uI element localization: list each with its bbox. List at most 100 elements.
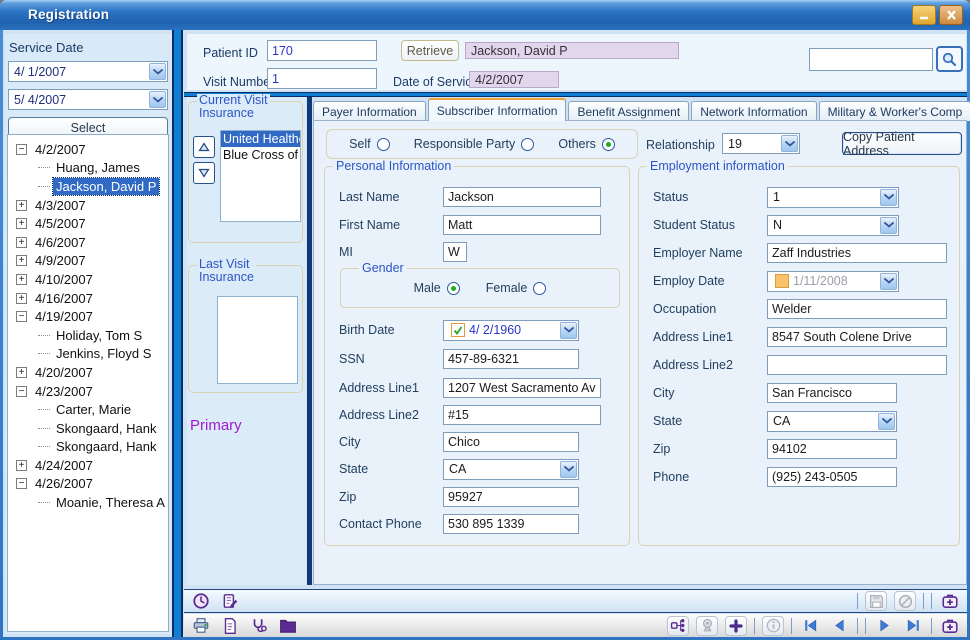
self-radio[interactable]	[377, 138, 390, 151]
employment-status-combo[interactable]: 1	[767, 187, 899, 208]
address-line1-input[interactable]	[443, 378, 601, 398]
visit-number-input[interactable]	[267, 68, 377, 89]
student-status-combo[interactable]: N	[767, 215, 899, 236]
tree-item-date[interactable]: 4/2/2007	[8, 140, 168, 159]
tree-item-date[interactable]: 4/26/2007	[8, 475, 168, 494]
close-button[interactable]	[939, 5, 963, 25]
chevron-down-icon[interactable]	[149, 63, 166, 80]
save-button-disabled[interactable]	[865, 591, 887, 611]
cancel-button-disabled[interactable]	[894, 591, 916, 611]
tab-military-workers-comp[interactable]: Military & Worker's Comp	[819, 101, 970, 121]
relationship-combo[interactable]: 19	[722, 133, 800, 154]
service-date-from-picker[interactable]: 4/ 1/2007	[8, 61, 168, 82]
employer-name-input[interactable]	[767, 243, 947, 263]
tree-item-date[interactable]: 4/16/2007	[8, 289, 168, 308]
expand-icon[interactable]	[16, 460, 27, 471]
state-combo[interactable]: CA	[443, 459, 579, 480]
chevron-down-icon[interactable]	[880, 273, 897, 290]
tree-item-patient[interactable]: Skongaard, Hank	[8, 419, 168, 438]
case-add-button[interactable]	[939, 616, 961, 636]
employer-zip-input[interactable]	[767, 439, 897, 459]
collapse-icon[interactable]	[16, 478, 27, 489]
document-button[interactable]	[219, 616, 241, 636]
search-button[interactable]	[936, 46, 963, 72]
nav-first-button[interactable]	[799, 616, 821, 636]
insurance-list-item[interactable]: Blue Cross of Califo	[221, 147, 300, 163]
add-button[interactable]	[725, 616, 747, 636]
chevron-down-icon[interactable]	[781, 135, 798, 152]
expand-icon[interactable]	[16, 218, 27, 229]
insurance-list-item[interactable]: United Healthcare	[221, 131, 300, 147]
case-add-button[interactable]	[939, 591, 961, 611]
tree-item-date[interactable]: 4/23/2007	[8, 382, 168, 401]
search-input[interactable]	[809, 48, 933, 71]
minimize-button[interactable]	[912, 5, 936, 25]
employ-date-picker[interactable]: 1/11/2008	[767, 271, 899, 292]
zip-input[interactable]	[443, 487, 579, 507]
employer-address-line2-input[interactable]	[767, 355, 947, 375]
chevron-down-icon[interactable]	[560, 461, 577, 478]
info-button-disabled[interactable]	[762, 616, 784, 636]
expand-icon[interactable]	[16, 255, 27, 266]
folder-button[interactable]	[277, 616, 299, 636]
expand-icon[interactable]	[16, 237, 27, 248]
note-edit-button[interactable]	[219, 591, 241, 611]
birth-date-picker[interactable]: 4/ 2/1960	[443, 320, 579, 341]
copy-patient-address-button[interactable]: Copy Patient Address	[842, 132, 962, 155]
tree-item-date[interactable]: 4/6/2007	[8, 233, 168, 252]
collapse-icon[interactable]	[16, 144, 27, 155]
tree-item-date[interactable]: 4/24/2007	[8, 456, 168, 475]
tree-item-date[interactable]: 4/9/2007	[8, 252, 168, 271]
tree-item-patient[interactable]: Holiday, Tom S	[8, 326, 168, 345]
city-input[interactable]	[443, 432, 579, 452]
tree-item-date[interactable]: 4/19/2007	[8, 307, 168, 326]
tree-item-patient[interactable]: Jenkins, Floyd S	[8, 345, 168, 364]
nav-previous-button[interactable]	[828, 616, 850, 636]
employer-city-input[interactable]	[767, 383, 897, 403]
move-up-button[interactable]	[193, 136, 215, 158]
tree-item-patient[interactable]: Skongaard, Hank	[8, 438, 168, 457]
collapse-icon[interactable]	[16, 386, 27, 397]
expand-icon[interactable]	[16, 200, 27, 211]
contact-phone-input[interactable]	[443, 514, 579, 534]
service-date-to-picker[interactable]: 5/ 4/2007	[8, 89, 168, 110]
responsible-party-radio[interactable]	[521, 138, 534, 151]
tree-item-patient[interactable]: Moanie, Theresa A	[8, 493, 168, 512]
chevron-down-icon[interactable]	[880, 217, 897, 234]
first-name-input[interactable]	[443, 215, 601, 235]
employer-state-combo[interactable]: CA	[767, 411, 897, 432]
stethoscope-button[interactable]	[248, 616, 270, 636]
collapse-icon[interactable]	[16, 311, 27, 322]
address-line2-input[interactable]	[443, 405, 601, 425]
expand-icon[interactable]	[16, 274, 27, 285]
female-radio[interactable]	[533, 282, 546, 295]
tab-payer-information[interactable]: Payer Information	[313, 101, 426, 121]
male-radio[interactable]	[447, 282, 460, 295]
workflow-button[interactable]	[667, 616, 689, 636]
retrieve-button[interactable]: Retrieve	[401, 40, 459, 61]
move-down-button[interactable]	[193, 162, 215, 184]
camera-button-disabled[interactable]	[696, 616, 718, 636]
nav-last-button[interactable]	[902, 616, 924, 636]
chevron-down-icon[interactable]	[880, 189, 897, 206]
tree-item-date[interactable]: 4/20/2007	[8, 363, 168, 382]
chevron-down-icon[interactable]	[878, 413, 895, 430]
nav-next-button[interactable]	[873, 616, 895, 636]
tree-item-patient[interactable]: Carter, Marie	[8, 400, 168, 419]
birth-date-checkbox-checked[interactable]	[451, 323, 465, 337]
expand-icon[interactable]	[16, 367, 27, 378]
employer-address-line1-input[interactable]	[767, 327, 947, 347]
tab-benefit-assignment[interactable]: Benefit Assignment	[568, 101, 689, 121]
tab-subscriber-information[interactable]: Subscriber Information	[428, 98, 567, 121]
ssn-input[interactable]	[443, 349, 579, 369]
tree-item-patient-selected[interactable]: Jackson, David P	[8, 177, 168, 196]
tab-network-information[interactable]: Network Information	[691, 101, 816, 121]
tree-item-date[interactable]: 4/3/2007	[8, 196, 168, 215]
patient-id-input[interactable]	[267, 40, 377, 61]
last-name-input[interactable]	[443, 187, 601, 207]
middle-initial-input[interactable]	[443, 242, 467, 262]
others-radio[interactable]	[602, 138, 615, 151]
chevron-down-icon[interactable]	[560, 322, 577, 339]
tree-item-patient[interactable]: Huang, James	[8, 159, 168, 178]
employ-date-checkbox-unchecked[interactable]	[775, 274, 789, 288]
